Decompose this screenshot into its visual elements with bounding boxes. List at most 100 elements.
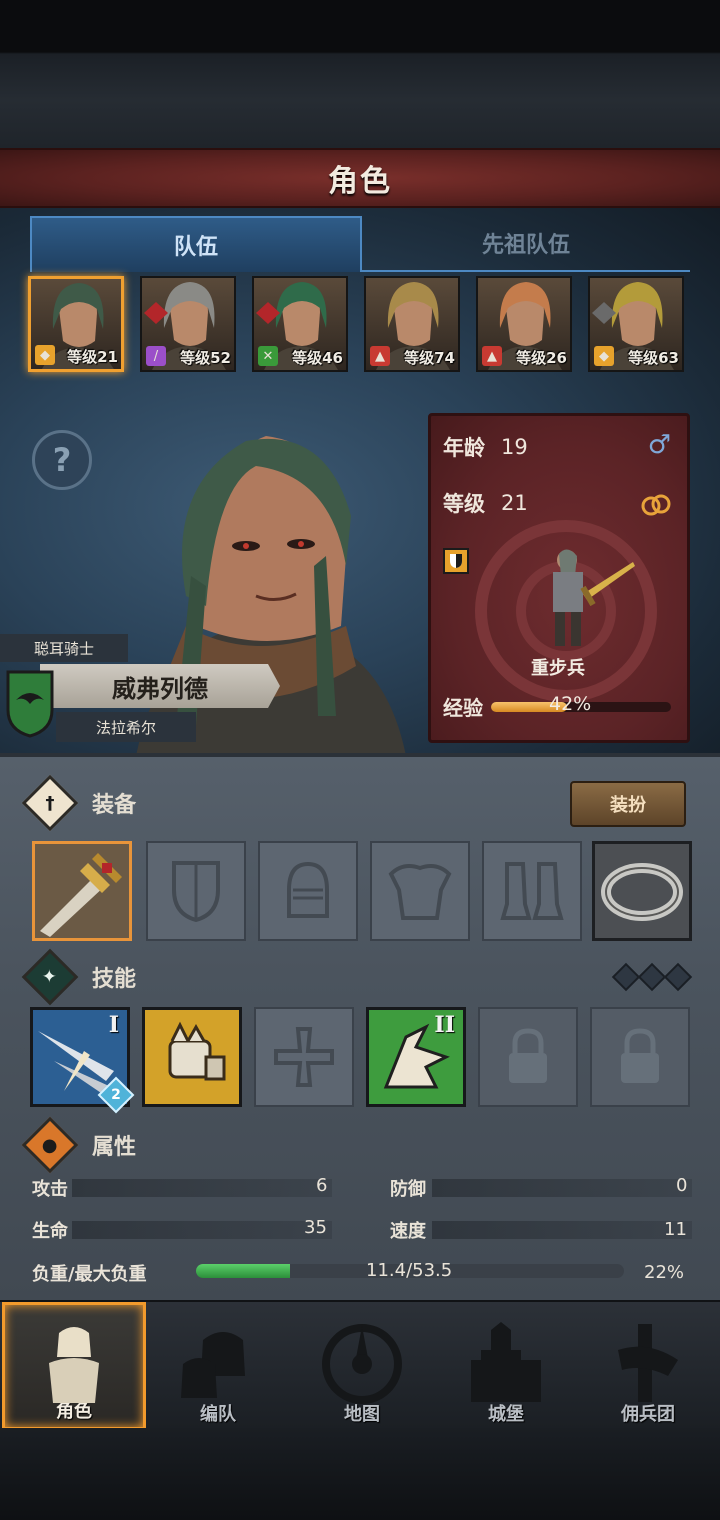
shield-icon xyxy=(450,554,462,568)
nav-character[interactable]: 角色 xyxy=(2,1302,146,1430)
class-badge xyxy=(443,548,469,574)
hero-card[interactable]: / 等级52 xyxy=(140,276,236,372)
nav-castle[interactable]: 城堡 xyxy=(434,1302,578,1430)
level-row: 等级 21 xyxy=(443,488,528,518)
question-icon: ? xyxy=(52,441,72,479)
outfit-button[interactable]: 装扮 xyxy=(570,781,686,827)
bow-icon: ✕ xyxy=(258,346,278,366)
lock-icon xyxy=(509,1028,547,1083)
hero-roster: ◆ 等级21 / 等级52 ✕ 等级46 ▲ 等级74 ▲ 等级26 ◆ 等级63 xyxy=(28,276,692,372)
castle-icon xyxy=(471,1322,541,1402)
nav-map[interactable]: 地图 xyxy=(290,1302,434,1430)
skill-slot-1[interactable]: I 2 xyxy=(30,1007,135,1114)
hero-card[interactable]: ▲ 等级26 xyxy=(476,276,572,372)
age-row: 年龄 19 xyxy=(443,432,528,462)
defense-value: 0 xyxy=(676,1175,688,1196)
status-bar-area xyxy=(0,0,720,148)
level-value: 21 xyxy=(501,491,528,515)
health-value: 35 xyxy=(304,1217,327,1238)
skill-slot-2[interactable] xyxy=(142,1007,242,1107)
hero-level: 等级63 xyxy=(628,349,679,367)
cross-icon xyxy=(274,1027,334,1087)
shield-icon: ◆ xyxy=(35,345,55,365)
knight-icon xyxy=(49,1327,99,1403)
xp-percent: 42% xyxy=(549,692,592,715)
skill-slot-6 xyxy=(590,1007,690,1107)
armor-slot[interactable] xyxy=(370,841,470,941)
health-label: 生命 xyxy=(32,1221,68,1242)
skill-point-pip xyxy=(611,962,641,992)
hero-name[interactable]: 威弗列德 xyxy=(40,664,280,708)
xp-label: 经验 xyxy=(443,696,483,720)
ring-icon xyxy=(601,863,683,921)
skills-title: 技能 xyxy=(92,967,137,992)
defense-label: 防御 xyxy=(390,1179,426,1200)
load-value: 11.4/53.5 xyxy=(366,1260,453,1281)
page-title-bar: 角色 xyxy=(0,148,720,208)
skills-header: ✦ 技能 xyxy=(21,948,690,1006)
house-crest-icon xyxy=(6,670,54,738)
load-bar-fill xyxy=(196,1264,291,1278)
age-label: 年龄 xyxy=(443,436,485,460)
skills-diamond: ✦ xyxy=(21,948,79,1006)
attributes-diamond: ● xyxy=(21,1116,79,1174)
skill-slot-4[interactable]: II xyxy=(366,1007,466,1107)
compass-icon xyxy=(322,1324,402,1404)
hero-level: 等级26 xyxy=(516,349,567,367)
ring-slot[interactable] xyxy=(592,841,692,941)
hero-card[interactable]: ✕ 等级46 xyxy=(252,276,348,372)
hero-details-panel: † 装备 装扮 ✦ 技能 I 2 II ● 属性 攻击 6 防御 0 生命 35… xyxy=(0,753,720,1300)
tab-team[interactable]: 队伍 xyxy=(30,216,362,272)
nav-mercenary[interactable]: 佣兵团 xyxy=(576,1302,720,1430)
boots-icon xyxy=(500,862,564,920)
age-value: 19 xyxy=(501,435,528,459)
skill-point-pip xyxy=(637,962,667,992)
beast-icon: ▲ xyxy=(482,346,502,366)
attack-value: 6 xyxy=(316,1175,328,1196)
hero-card[interactable]: ◆ 等级21 xyxy=(28,276,124,372)
equipment-diamond: † xyxy=(21,774,79,832)
speed-label: 速度 xyxy=(390,1221,426,1242)
hero-level: 等级21 xyxy=(67,348,118,366)
skill-rank: I xyxy=(108,1012,119,1038)
banner-fist-icon xyxy=(618,1324,678,1402)
speed-bar xyxy=(432,1221,692,1239)
skill-rank: II xyxy=(434,1012,455,1038)
character-portrait-area: 队伍 先祖队伍 ◆ 等级21/等级52 ✕ 等级46 ▲ 等级74 ▲ 等级26 ◆ 等级63 ?… xyxy=(0,208,720,753)
team-tabs: 队伍 先祖队伍 xyxy=(30,216,690,272)
skill-point-pip xyxy=(663,962,693,992)
offhand-slot[interactable] xyxy=(146,841,246,941)
help-button[interactable]: ? xyxy=(32,430,92,490)
skill-slot-3[interactable] xyxy=(254,1007,354,1107)
hero-title: 聪耳骑士 xyxy=(0,634,128,662)
equipment-title: 装备 xyxy=(92,793,137,818)
hero-level: 等级52 xyxy=(180,349,231,367)
wedding-rings-icon[interactable] xyxy=(639,492,673,518)
skill-points xyxy=(611,962,693,992)
nav-formation[interactable]: 编队 xyxy=(146,1302,290,1430)
bottom-navigation: 角色 编队 地图 城堡 佣兵团 xyxy=(0,1300,720,1430)
male-icon: ♂ xyxy=(647,430,671,460)
unit-type: 重步兵 xyxy=(531,658,585,679)
tab-ancestor-team[interactable]: 先祖队伍 xyxy=(362,216,690,272)
speed-value: 11 xyxy=(664,1219,687,1240)
attributes-title: 属性 xyxy=(92,1135,137,1160)
level-label: 等级 xyxy=(443,492,485,516)
page-title: 角色 xyxy=(328,164,392,199)
xp-row: 经验 42% xyxy=(443,692,671,721)
gauntlet-punch-icon xyxy=(168,1021,226,1081)
helmet-slot[interactable] xyxy=(258,841,358,941)
star-icon: ✦ xyxy=(42,966,58,988)
boots-slot[interactable] xyxy=(482,841,582,941)
shield-icon: ◆ xyxy=(594,346,614,366)
hero-card[interactable]: ▲ 等级74 xyxy=(364,276,460,372)
attributes-header: ● 属性 xyxy=(21,1116,690,1174)
helmet-group-icon xyxy=(181,1332,245,1398)
hero-card[interactable]: ◆ 等级63 xyxy=(588,276,684,372)
health-bar xyxy=(72,1221,332,1239)
xp-bar: 42% xyxy=(491,693,671,715)
hero-house: 法拉希尔 xyxy=(56,712,196,742)
hero-level: 等级46 xyxy=(292,349,343,367)
weapon-slot[interactable] xyxy=(32,841,132,941)
sword-icon: † xyxy=(45,792,55,814)
